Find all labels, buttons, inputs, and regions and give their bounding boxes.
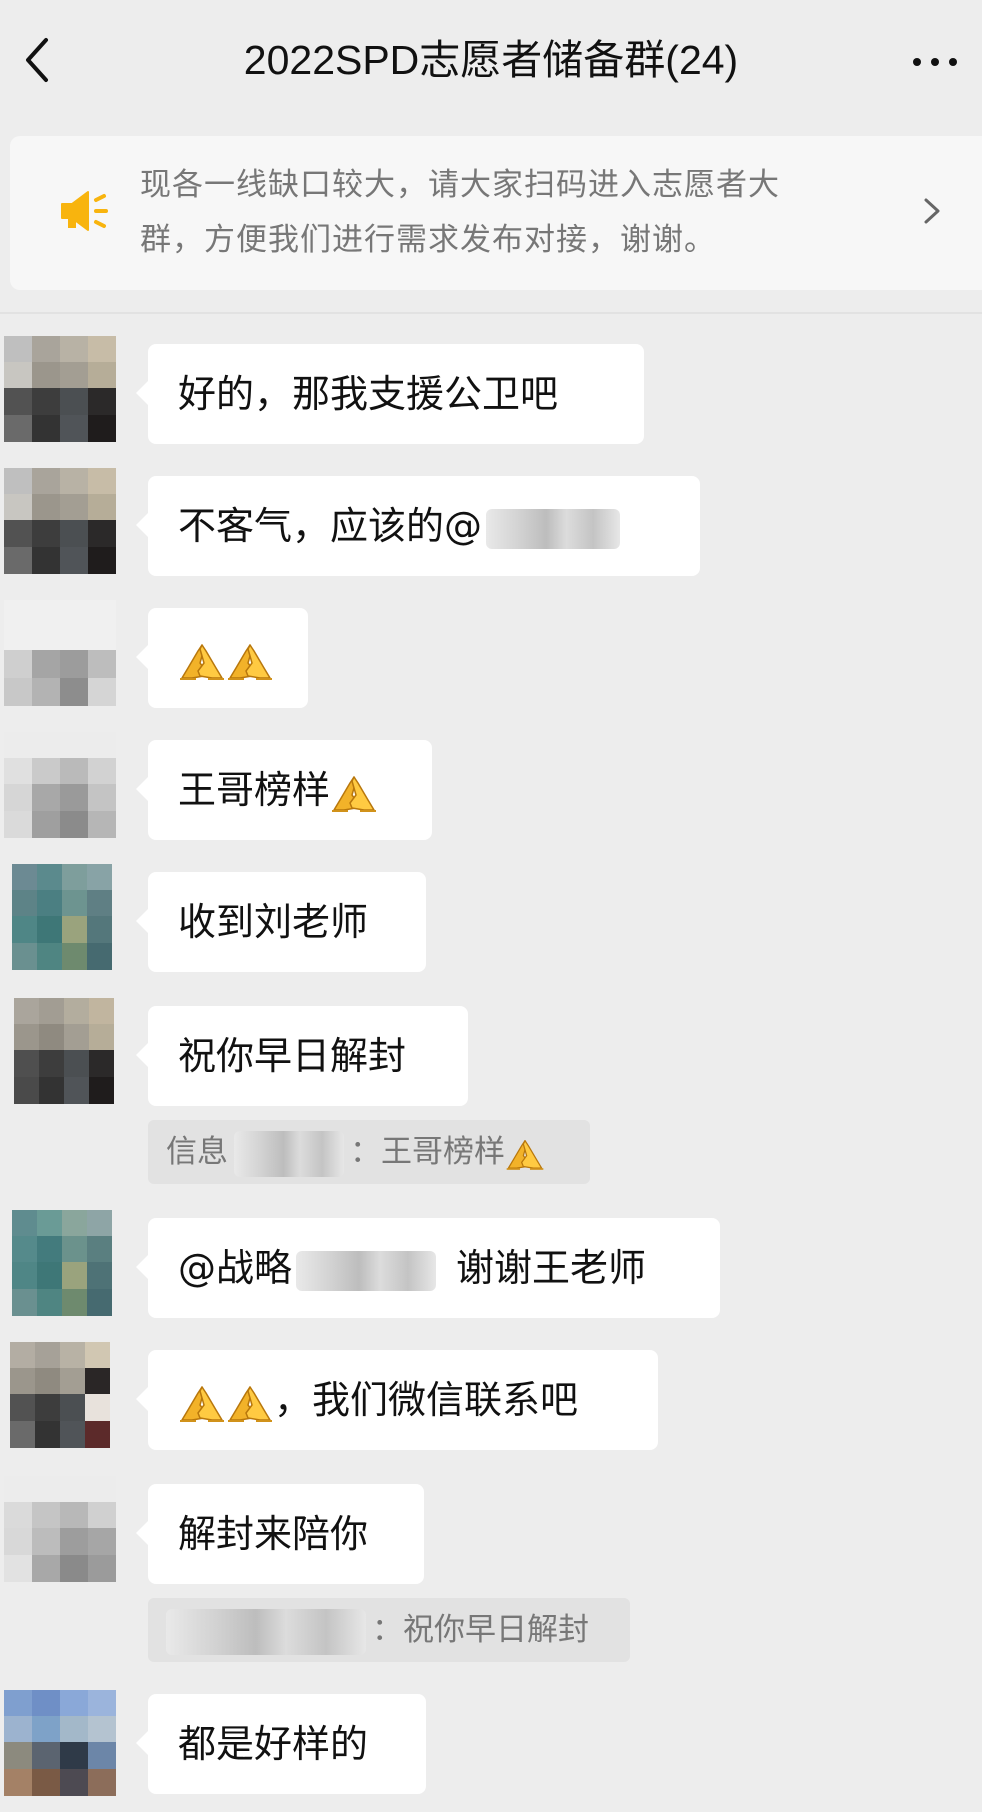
message-text: 解封来陪你 xyxy=(178,1512,369,1556)
message-text: 都是好样的 xyxy=(178,1722,369,1766)
notice-text: 现各一线缺口较大，请大家扫码进入志愿者大 群，方便我们进行需求发布对接，谢谢。 xyxy=(140,158,880,268)
quoted-reply[interactable]: 信息 ：王哥榜样 xyxy=(148,1120,590,1184)
group-notice-banner[interactable]: 现各一线缺口较大，请大家扫码进入志愿者大 群，方便我们进行需求发布对接，谢谢。 xyxy=(10,136,982,290)
mention-text: @战略 xyxy=(178,1246,293,1290)
message-text: 不客气，应该的@ xyxy=(178,504,483,548)
message-bubble[interactable]: @战略 谢谢王老师 xyxy=(136,1218,720,1318)
message-bubble[interactable]: ，我们微信联系吧 xyxy=(136,1350,658,1450)
folded-hands-icon xyxy=(178,1383,226,1423)
more-button[interactable] xyxy=(910,52,960,72)
chevron-left-icon xyxy=(26,38,48,82)
notice-line-1: 现各一线缺口较大，请大家扫码进入志愿者大 xyxy=(140,167,780,203)
folded-hands-icon xyxy=(226,641,274,681)
megaphone-icon xyxy=(61,191,108,231)
message-bubble[interactable] xyxy=(136,608,308,708)
chevron-right-icon[interactable] xyxy=(922,194,942,228)
folded-hands-icon xyxy=(330,773,378,813)
message-bubble[interactable]: 收到刘老师 xyxy=(136,872,426,972)
avatar[interactable] xyxy=(10,1342,122,1448)
message-text: ，我们微信联系吧 xyxy=(274,1378,579,1422)
avatar[interactable] xyxy=(12,864,124,970)
message-bubble[interactable]: 都是好样的 xyxy=(136,1694,426,1794)
redacted-name xyxy=(234,1130,344,1177)
avatar[interactable] xyxy=(14,998,126,1104)
message-text: 王哥榜样 xyxy=(178,768,331,812)
back-button[interactable] xyxy=(14,28,64,92)
redacted-mention xyxy=(296,1250,437,1291)
quote-text: ：王哥榜样 xyxy=(350,1134,505,1170)
more-dots-icon xyxy=(913,58,957,66)
message-text: 谢谢王老师 xyxy=(456,1246,647,1290)
chat-header: 2022SPD志愿者储备群(24) xyxy=(0,0,982,125)
quote-sender: 信息 xyxy=(166,1134,228,1170)
message-text: 祝你早日解封 xyxy=(178,1034,407,1078)
avatar[interactable] xyxy=(4,732,116,838)
message-bubble[interactable]: 好的，那我支援公卫吧 xyxy=(136,344,644,444)
quote-text: ：祝你早日解封 xyxy=(372,1612,589,1648)
avatar[interactable] xyxy=(4,468,116,574)
quoted-reply[interactable]: ：祝你早日解封 xyxy=(148,1598,630,1662)
message-text: 好的，那我支援公卫吧 xyxy=(178,372,559,416)
redacted-mention xyxy=(486,508,621,549)
message-bubble[interactable]: 不客气，应该的@ xyxy=(136,476,700,576)
avatar[interactable] xyxy=(4,1476,116,1582)
redacted-name xyxy=(166,1608,366,1655)
message-bubble[interactable]: 解封来陪你 xyxy=(136,1484,424,1584)
avatar[interactable] xyxy=(12,1210,124,1316)
chat-title: 2022SPD志愿者储备群(24) xyxy=(243,37,739,83)
divider xyxy=(0,312,982,314)
avatar[interactable] xyxy=(4,336,116,442)
message-text: 收到刘老师 xyxy=(178,900,369,944)
folded-hands-icon xyxy=(226,1383,274,1423)
notice-line-2: 群，方便我们进行需求发布对接，谢谢。 xyxy=(140,222,716,258)
message-bubble[interactable]: 祝你早日解封 xyxy=(136,1006,468,1106)
avatar[interactable] xyxy=(4,1690,116,1796)
message-bubble[interactable]: 王哥榜样 xyxy=(136,740,432,840)
folded-hands-icon xyxy=(505,1137,545,1171)
avatar[interactable] xyxy=(4,600,116,706)
folded-hands-icon xyxy=(178,641,226,681)
